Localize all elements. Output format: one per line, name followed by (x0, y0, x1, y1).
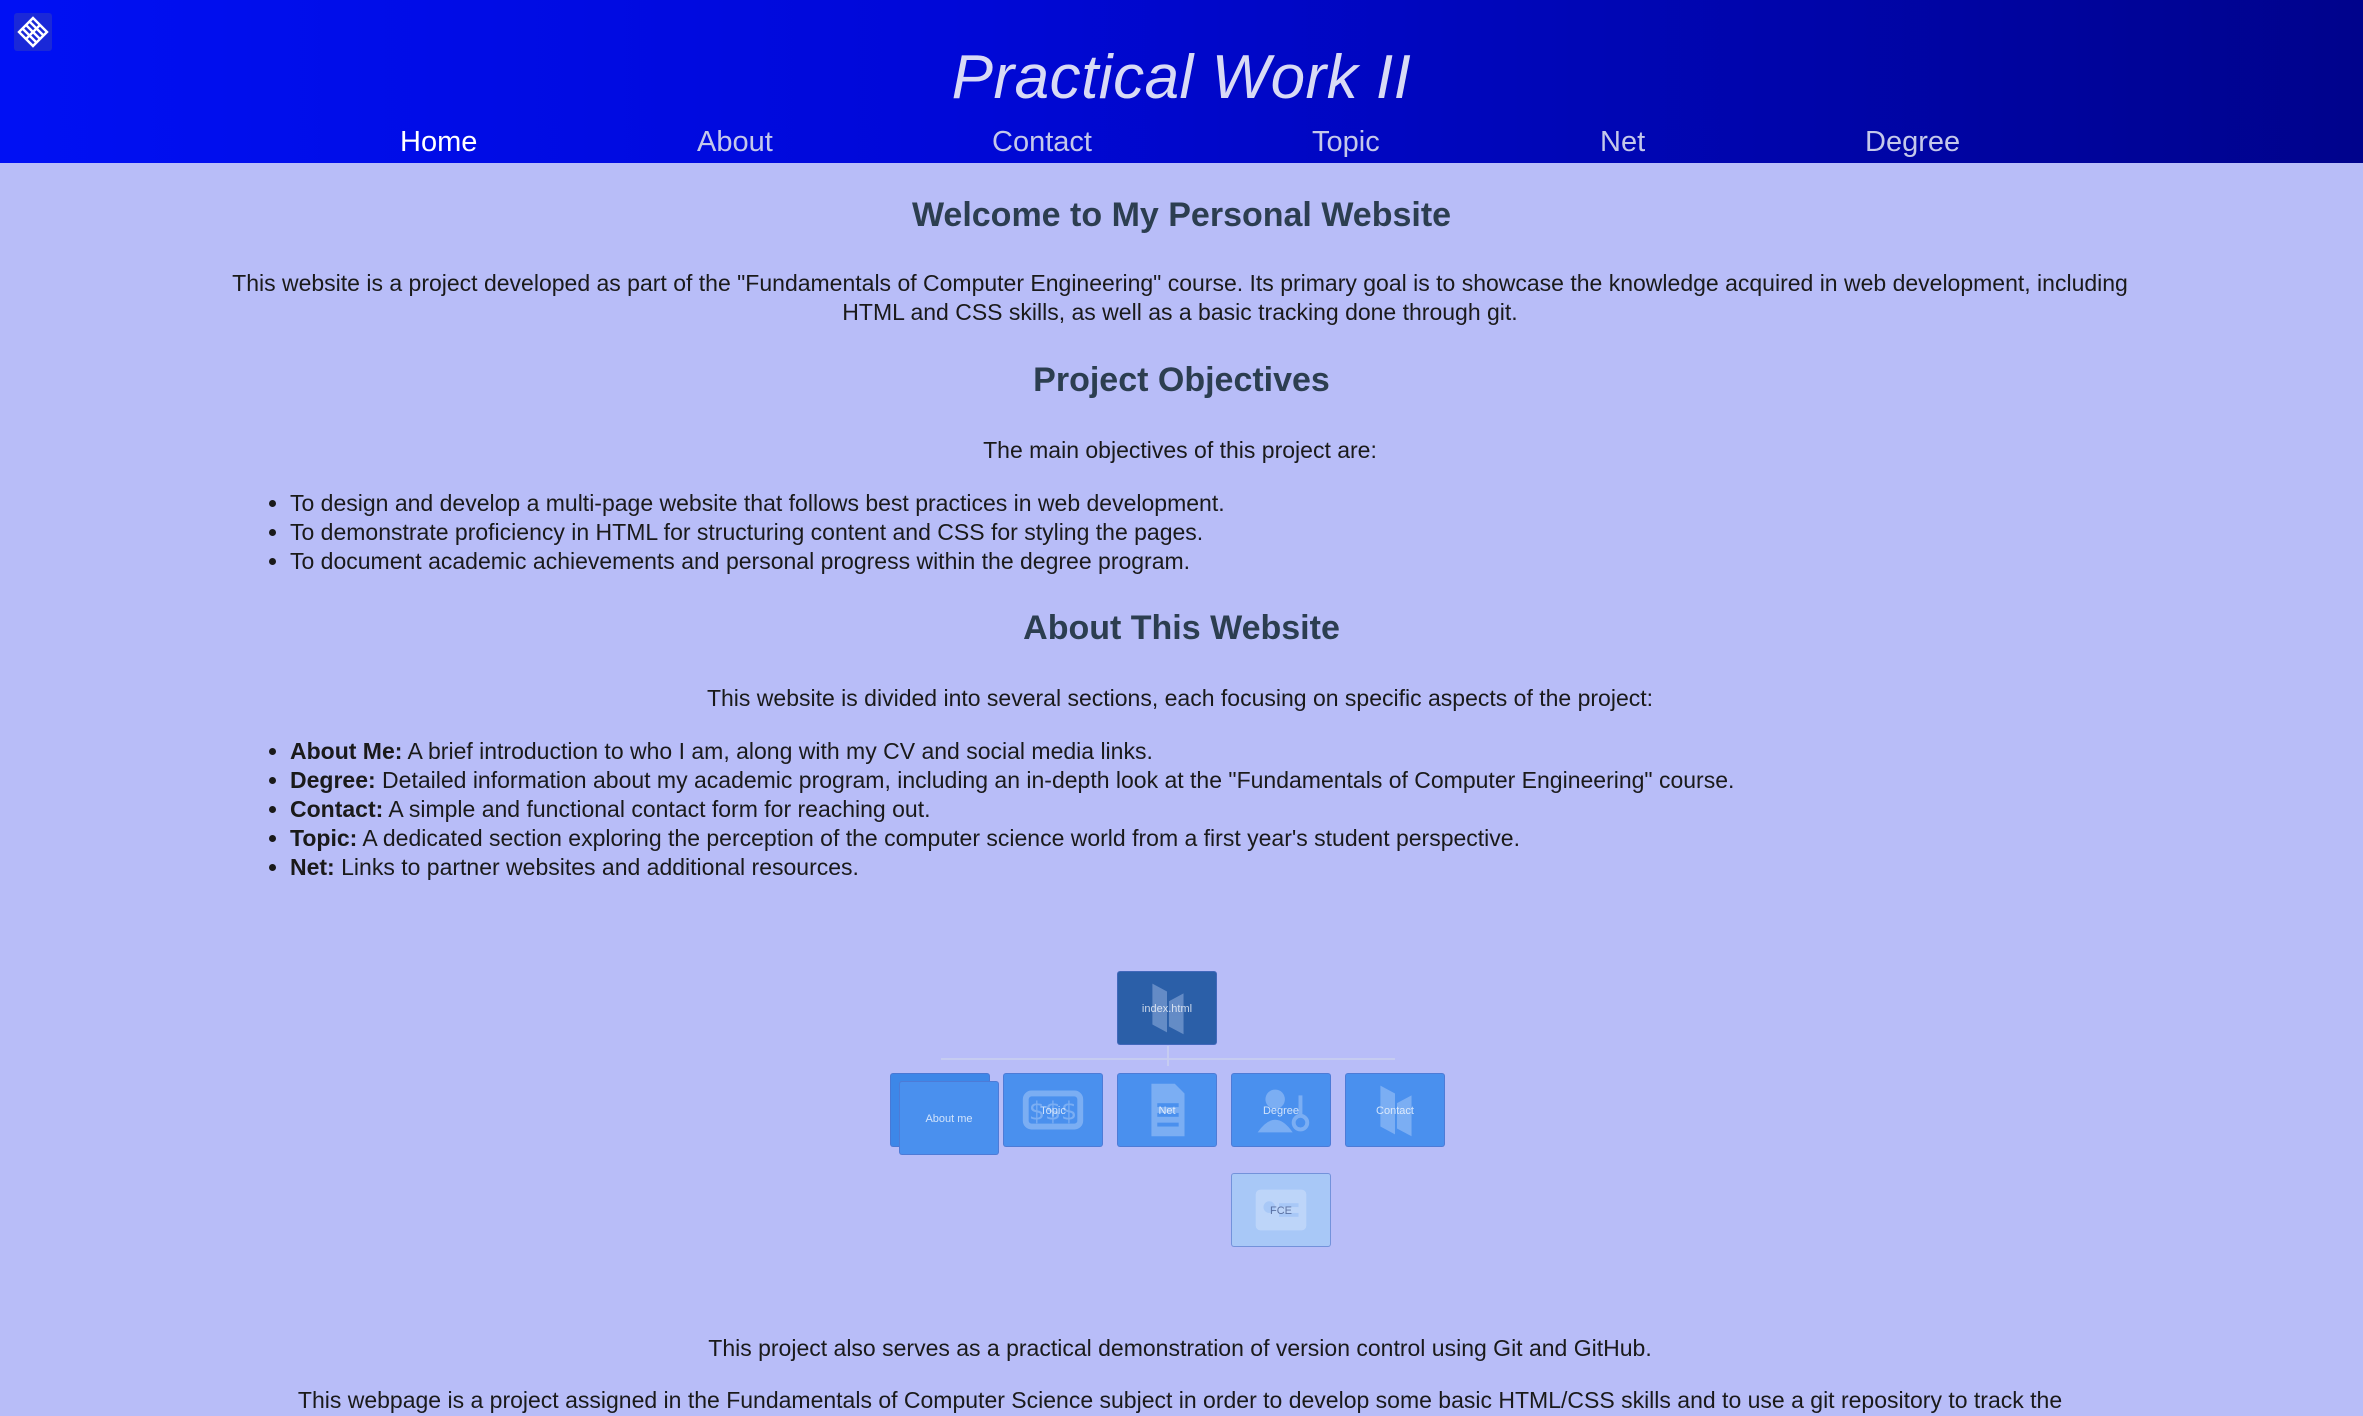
list-item: To design and develop a multi-page websi… (290, 489, 1225, 518)
nav-home[interactable]: Home (400, 126, 477, 159)
node-label: FCE (1270, 1205, 1292, 1217)
section-term: About Me: (290, 738, 403, 764)
assignment-note-text: This webpage is a project assigned in th… (297, 1387, 2063, 1413)
nav-net[interactable]: Net (1600, 126, 1645, 159)
sitemap-diagram: index.html About me $$$ Topic Net Degree… (880, 806, 1460, 1256)
section-desc: Detailed information about my academic p… (375, 767, 1735, 793)
node-label: Net (1158, 1105, 1176, 1117)
welcome-heading: Welcome to My Personal Website (911, 196, 1452, 234)
sitemap-node-net: Net (1117, 1073, 1217, 1147)
node-label: Degree (1262, 1105, 1300, 1117)
list-item: About Me: A brief introduction to who I … (290, 737, 1734, 766)
objectives-list: To design and develop a multi-page websi… (250, 489, 1225, 576)
nav-about[interactable]: About (697, 126, 773, 159)
list-item: To document academic achievements and pe… (290, 547, 1225, 576)
sitemap-node-root: index.html (1117, 971, 1217, 1045)
site-title: Practical Work II (951, 43, 1412, 112)
section-term: Net: (290, 854, 335, 880)
welcome-text: This website is a project developed as p… (232, 270, 2128, 325)
section-term: Contact: (290, 796, 384, 822)
node-label: index.html (1141, 1003, 1193, 1015)
objectives-heading: Project Objectives (1033, 361, 1330, 399)
sitemap-node-topic: $$$ Topic (1003, 1073, 1103, 1147)
nav-contact[interactable]: Contact (992, 126, 1092, 159)
sitemap-node-fce: FCE (1231, 1173, 1331, 1247)
section-desc: A brief introduction to who I am, along … (402, 738, 1153, 764)
node-label: Topic (1040, 1105, 1066, 1117)
about-heading: About This Website (1023, 609, 1340, 647)
objectives-intro: The main objectives of this project are: (983, 437, 1377, 463)
node-label: Contact (1376, 1105, 1414, 1117)
nav-topic[interactable]: Topic (1312, 126, 1380, 159)
section-desc: Links to partner websites and additional… (334, 854, 859, 880)
list-item: Degree: Detailed information about my ac… (290, 766, 1734, 795)
about-intro: This website is divided into several sec… (706, 685, 1654, 711)
site-header: Practical Work II Home About Contact Top… (0, 0, 2363, 163)
main-nav: Home About Contact Topic Net Degree (0, 126, 2363, 160)
version-control-text: This project also serves as a practical … (708, 1335, 1652, 1361)
section-term: Topic: (290, 825, 358, 851)
sitemap-node-about: About me (899, 1081, 999, 1155)
section-desc: A simple and functional contact form for… (383, 796, 931, 822)
node-label: About me (925, 1113, 973, 1125)
section-term: Degree: (290, 767, 376, 793)
sitemap-node-contact: Contact (1345, 1073, 1445, 1147)
connector-line (941, 1058, 1395, 1060)
list-item: To demonstrate proficiency in HTML for s… (290, 518, 1225, 547)
sitemap-node-degree: Degree (1231, 1073, 1331, 1147)
connector-line (1167, 1046, 1169, 1066)
nav-degree[interactable]: Degree (1865, 126, 1960, 159)
